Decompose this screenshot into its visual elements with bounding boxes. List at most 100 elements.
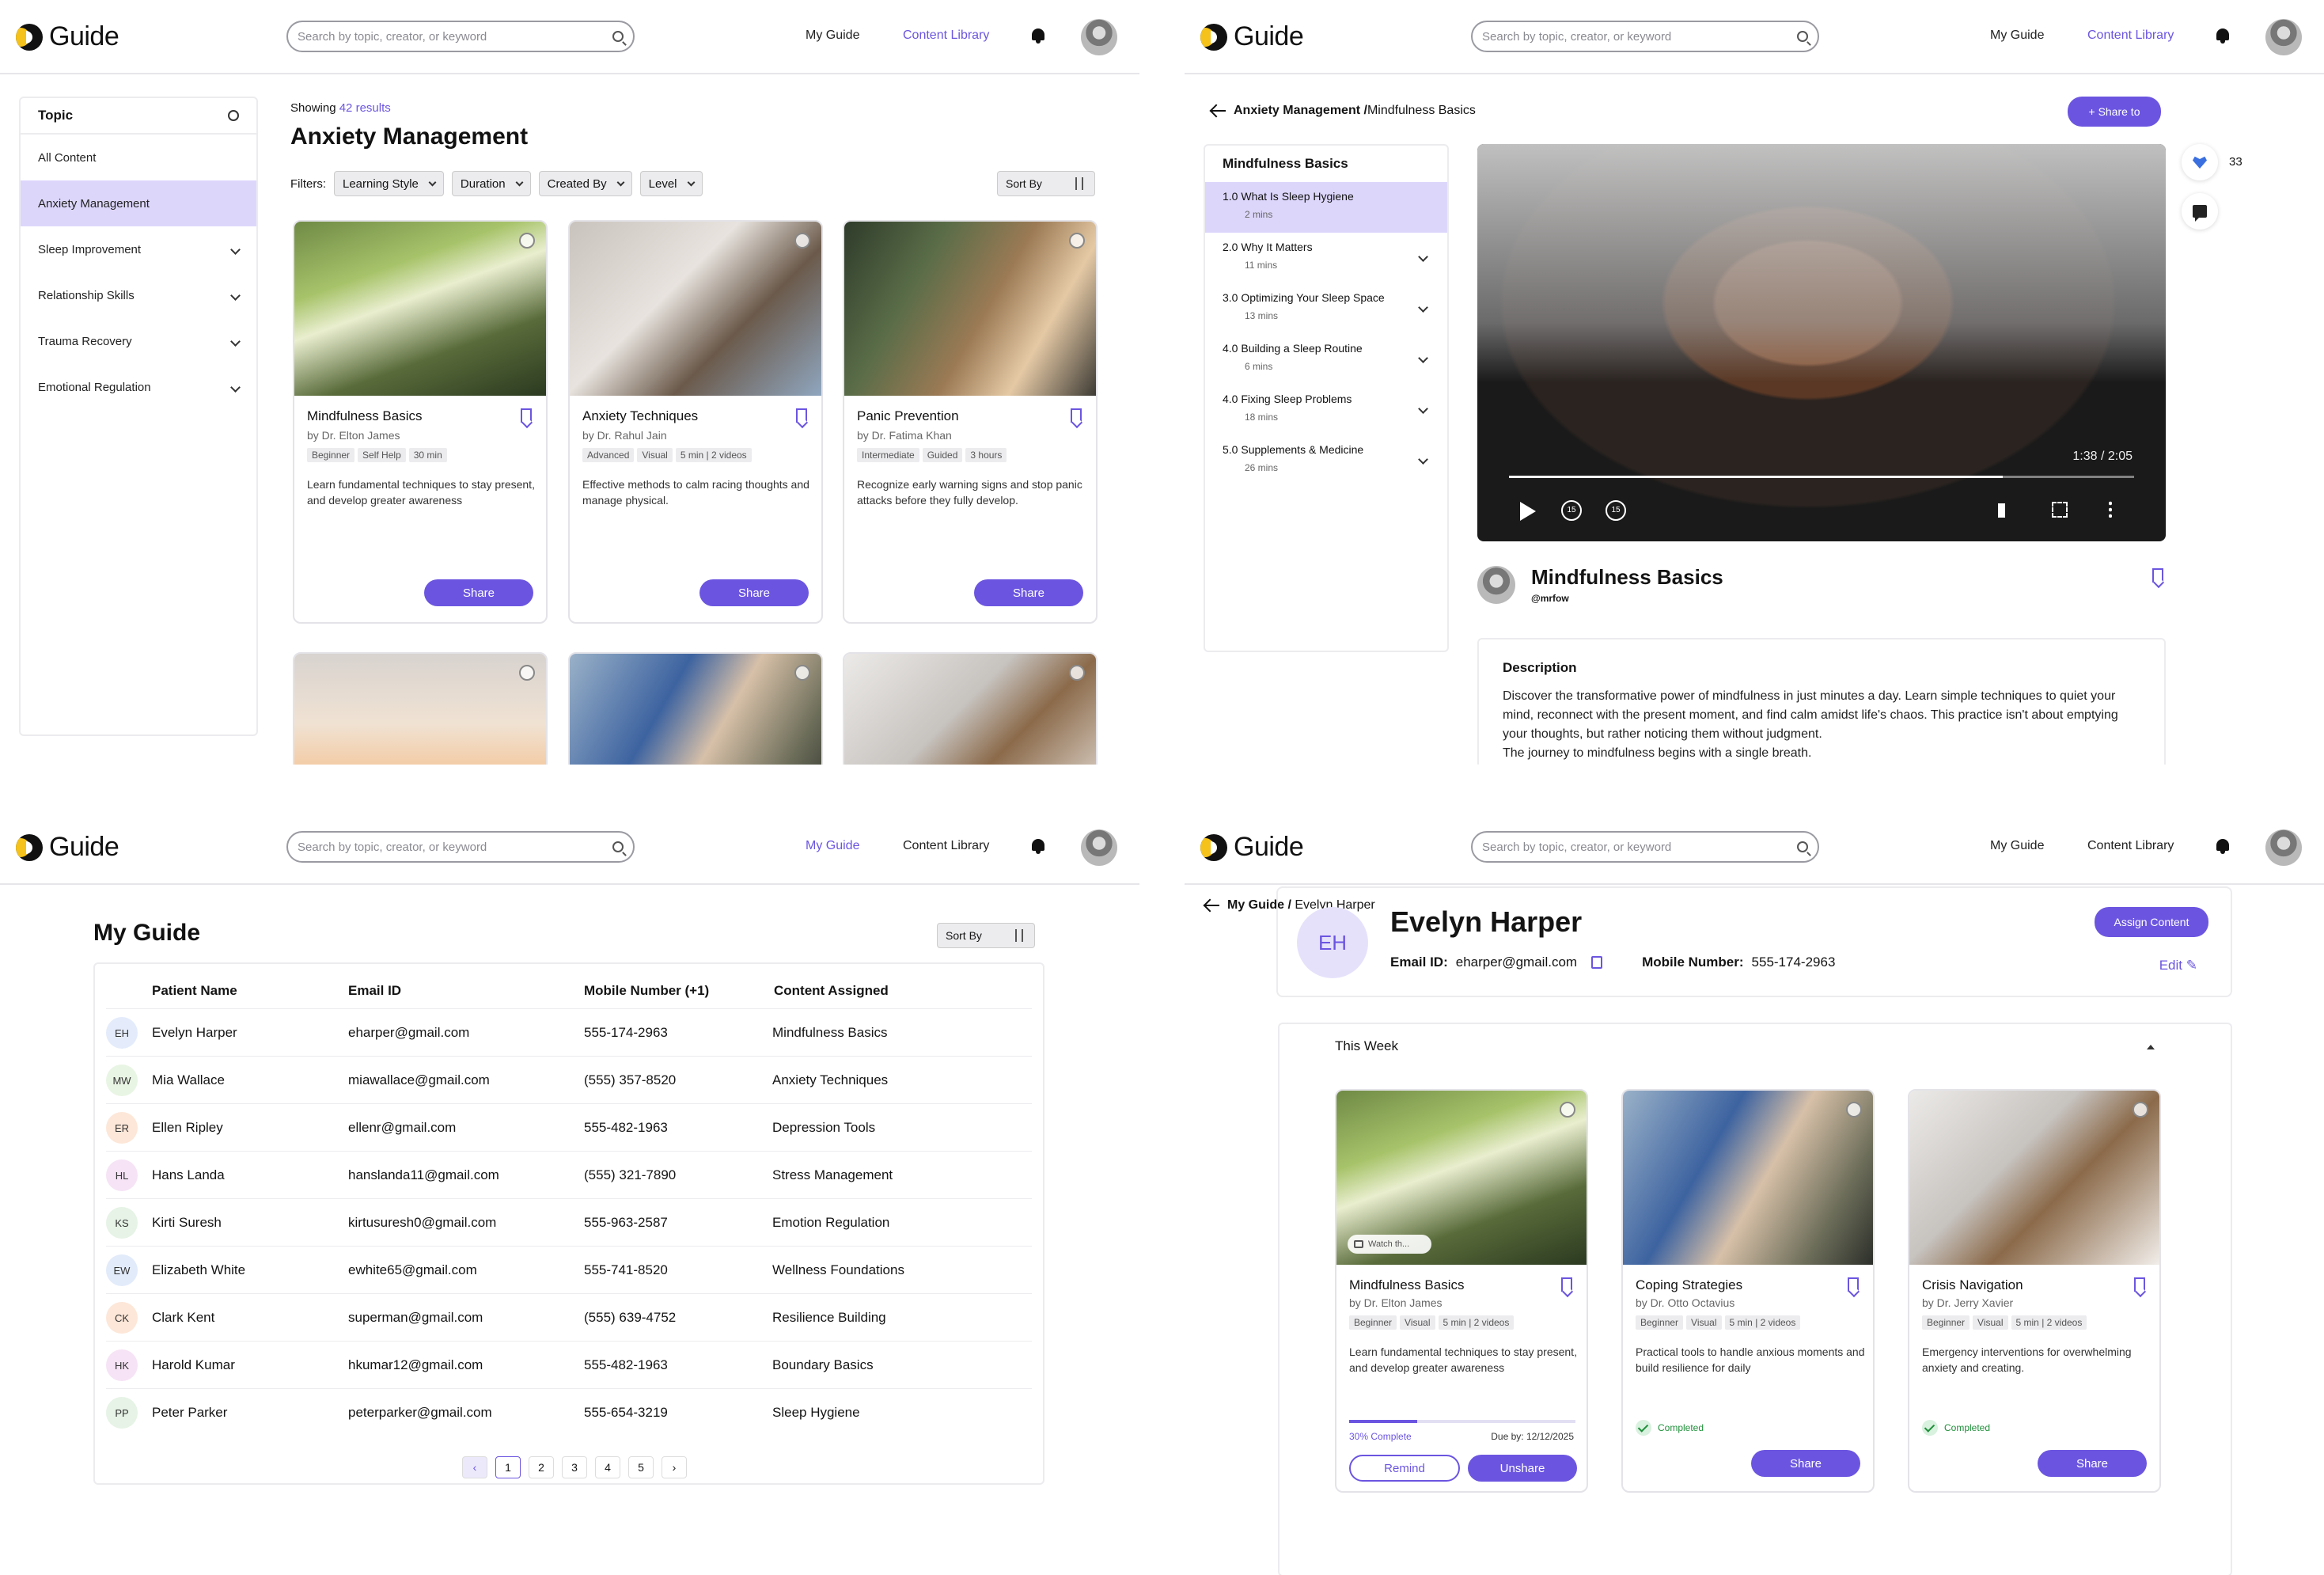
sidebar-item-trauma-recovery[interactable]: Trauma Recovery (21, 318, 256, 364)
bookmark-icon[interactable] (796, 408, 807, 423)
nav-content-library[interactable]: Content Library (2087, 28, 2174, 43)
chevron-down-icon[interactable] (230, 244, 241, 255)
sort-by-dropdown[interactable]: Sort By (997, 171, 1095, 196)
assigned-content-card[interactable]: Crisis Navigation by Dr. Jerry Xavier Be… (1908, 1089, 2161, 1493)
lesson-item[interactable]: 5.0 Supplements & Medicine 26 mins (1205, 435, 1447, 486)
search-input[interactable] (1482, 29, 1797, 44)
nav-my-guide[interactable]: My Guide (1990, 839, 2044, 853)
select-checkbox[interactable] (794, 233, 810, 249)
collapse-icon[interactable] (228, 110, 239, 121)
user-avatar[interactable] (2265, 829, 2302, 866)
next-page-button[interactable]: › (662, 1456, 687, 1478)
remind-button[interactable]: Remind (1349, 1455, 1460, 1482)
page-button[interactable]: 5 (628, 1456, 654, 1478)
nav-my-guide[interactable]: My Guide (806, 839, 859, 853)
share-button[interactable]: Share (2038, 1450, 2147, 1477)
bookmark-icon[interactable] (2134, 1277, 2145, 1292)
table-row[interactable]: CK Clark Kent superman@gmail.com (555) 639-… (106, 1293, 1032, 1341)
back-arrow-icon[interactable] (1211, 110, 1226, 112)
select-checkbox[interactable] (519, 665, 535, 681)
share-to-button[interactable]: + Share to (2068, 97, 2161, 127)
owner-avatar[interactable] (1477, 565, 1515, 604)
nav-my-guide[interactable]: My Guide (1990, 28, 2044, 43)
chevron-up-icon[interactable] (2147, 1045, 2155, 1049)
table-row[interactable]: ER Ellen Ripley ellenr@gmail.com 555-482-19… (106, 1103, 1032, 1151)
bookmark-icon[interactable] (2152, 568, 2163, 583)
user-avatar[interactable] (2265, 19, 2302, 55)
bookmark-icon[interactable] (1848, 1277, 1859, 1292)
search-icon[interactable] (1797, 841, 1808, 852)
page-button[interactable]: 1 (495, 1456, 521, 1478)
table-row[interactable]: MW Mia Wallace miawallace@gmail.com (555) 3… (106, 1056, 1032, 1103)
table-row[interactable]: HK Harold Kumar hkumar12@gmail.com 555-482-… (106, 1341, 1032, 1388)
back-arrow-icon[interactable] (1205, 905, 1219, 906)
chevron-down-icon[interactable] (230, 336, 241, 347)
bookmark-icon[interactable] (1071, 408, 1082, 423)
sort-by-dropdown[interactable]: Sort By (937, 923, 1035, 948)
select-checkbox[interactable] (1069, 665, 1085, 681)
sidebar-item-all-content[interactable]: All Content (21, 135, 256, 180)
search-icon[interactable] (612, 31, 624, 42)
lesson-item[interactable]: 4.0 Building a Sleep Routine 6 mins (1205, 334, 1447, 385)
forward-15-icon[interactable]: 15 (1606, 500, 1626, 521)
table-row[interactable]: EH Evelyn Harper eharper@gmail.com 555-174-… (106, 1008, 1032, 1056)
prev-page-button[interactable]: ‹ (462, 1456, 487, 1478)
content-card[interactable] (843, 652, 1098, 765)
nav-my-guide[interactable]: My Guide (806, 28, 859, 43)
nav-content-library[interactable]: Content Library (903, 28, 989, 43)
select-checkbox[interactable] (519, 233, 535, 249)
user-avatar[interactable] (1081, 829, 1117, 866)
lesson-item[interactable]: 1.0 What Is Sleep Hygiene 2 mins (1205, 182, 1447, 233)
breadcrumb-parent[interactable]: Anxiety Management / (1234, 104, 1367, 117)
content-card[interactable]: Mindfulness Basics by Dr. Elton James Be… (293, 220, 548, 624)
page-button[interactable]: 3 (562, 1456, 587, 1478)
chevron-down-icon[interactable] (230, 290, 241, 301)
filter-duration[interactable]: Duration (451, 171, 531, 196)
filter-created-by[interactable]: Created By (538, 171, 632, 196)
topic-header[interactable]: Topic (21, 98, 256, 135)
like-button[interactable] (2182, 144, 2218, 180)
share-button[interactable]: Share (1751, 1450, 1860, 1477)
search-input[interactable] (298, 29, 612, 44)
sidebar-item-anxiety-management[interactable]: Anxiety Management (21, 180, 256, 226)
nav-content-library[interactable]: Content Library (2087, 839, 2174, 853)
bell-icon[interactable] (1030, 27, 1046, 44)
edit-button[interactable]: Edit ✎ (2159, 958, 2197, 973)
filter-learning-style[interactable]: Learning Style (334, 171, 444, 196)
bookmark-icon[interactable] (1561, 1277, 1572, 1292)
user-avatar[interactable] (1081, 19, 1117, 55)
search-input[interactable] (298, 840, 612, 854)
content-card[interactable] (293, 652, 548, 765)
sidebar-item-emotional-regulation[interactable]: Emotional Regulation (21, 364, 256, 410)
bell-icon[interactable] (1030, 837, 1046, 855)
unshare-button[interactable]: Unshare (1468, 1455, 1577, 1482)
content-card[interactable] (568, 652, 823, 765)
lesson-item[interactable]: 2.0 Why It Matters 11 mins (1205, 233, 1447, 283)
chevron-down-icon[interactable] (230, 381, 241, 393)
share-button[interactable]: Share (699, 579, 809, 606)
sidebar-item-sleep-improvement[interactable]: Sleep Improvement (21, 226, 256, 272)
sidebar-item-relationship-skills[interactable]: Relationship Skills (21, 272, 256, 318)
table-row[interactable]: PP Peter Parker peterparker@gmail.com 555-6… (106, 1388, 1032, 1436)
assign-content-button[interactable]: Assign Content (2095, 907, 2208, 937)
video-player[interactable]: 1:38 / 2:05 15 15 (1477, 144, 2166, 541)
more-vertical-icon[interactable] (2109, 500, 2112, 518)
page-button[interactable]: 4 (595, 1456, 620, 1478)
bell-icon[interactable] (2215, 27, 2231, 44)
select-checkbox[interactable] (794, 665, 810, 681)
nav-content-library[interactable]: Content Library (903, 839, 989, 853)
volume-icon[interactable] (1998, 503, 2015, 518)
filter-level[interactable]: Level (639, 171, 703, 196)
fullscreen-icon[interactable] (2052, 502, 2068, 518)
select-checkbox[interactable] (1069, 233, 1085, 249)
share-button[interactable]: Share (424, 579, 533, 606)
table-row[interactable]: HL Hans Landa hanslanda11@gmail.com (555) 3… (106, 1151, 1032, 1198)
copy-icon[interactable] (1591, 956, 1603, 969)
brand-logo[interactable]: Guide (1200, 21, 1304, 52)
search-icon[interactable] (612, 841, 624, 852)
page-button[interactable]: 2 (529, 1456, 554, 1478)
select-checkbox[interactable] (2133, 1102, 2148, 1118)
content-card[interactable]: Anxiety Techniques by Dr. Rahul Jain Adv… (568, 220, 823, 624)
brand-logo[interactable]: Guide (1200, 832, 1304, 863)
brand-logo[interactable]: Guide (16, 832, 119, 863)
